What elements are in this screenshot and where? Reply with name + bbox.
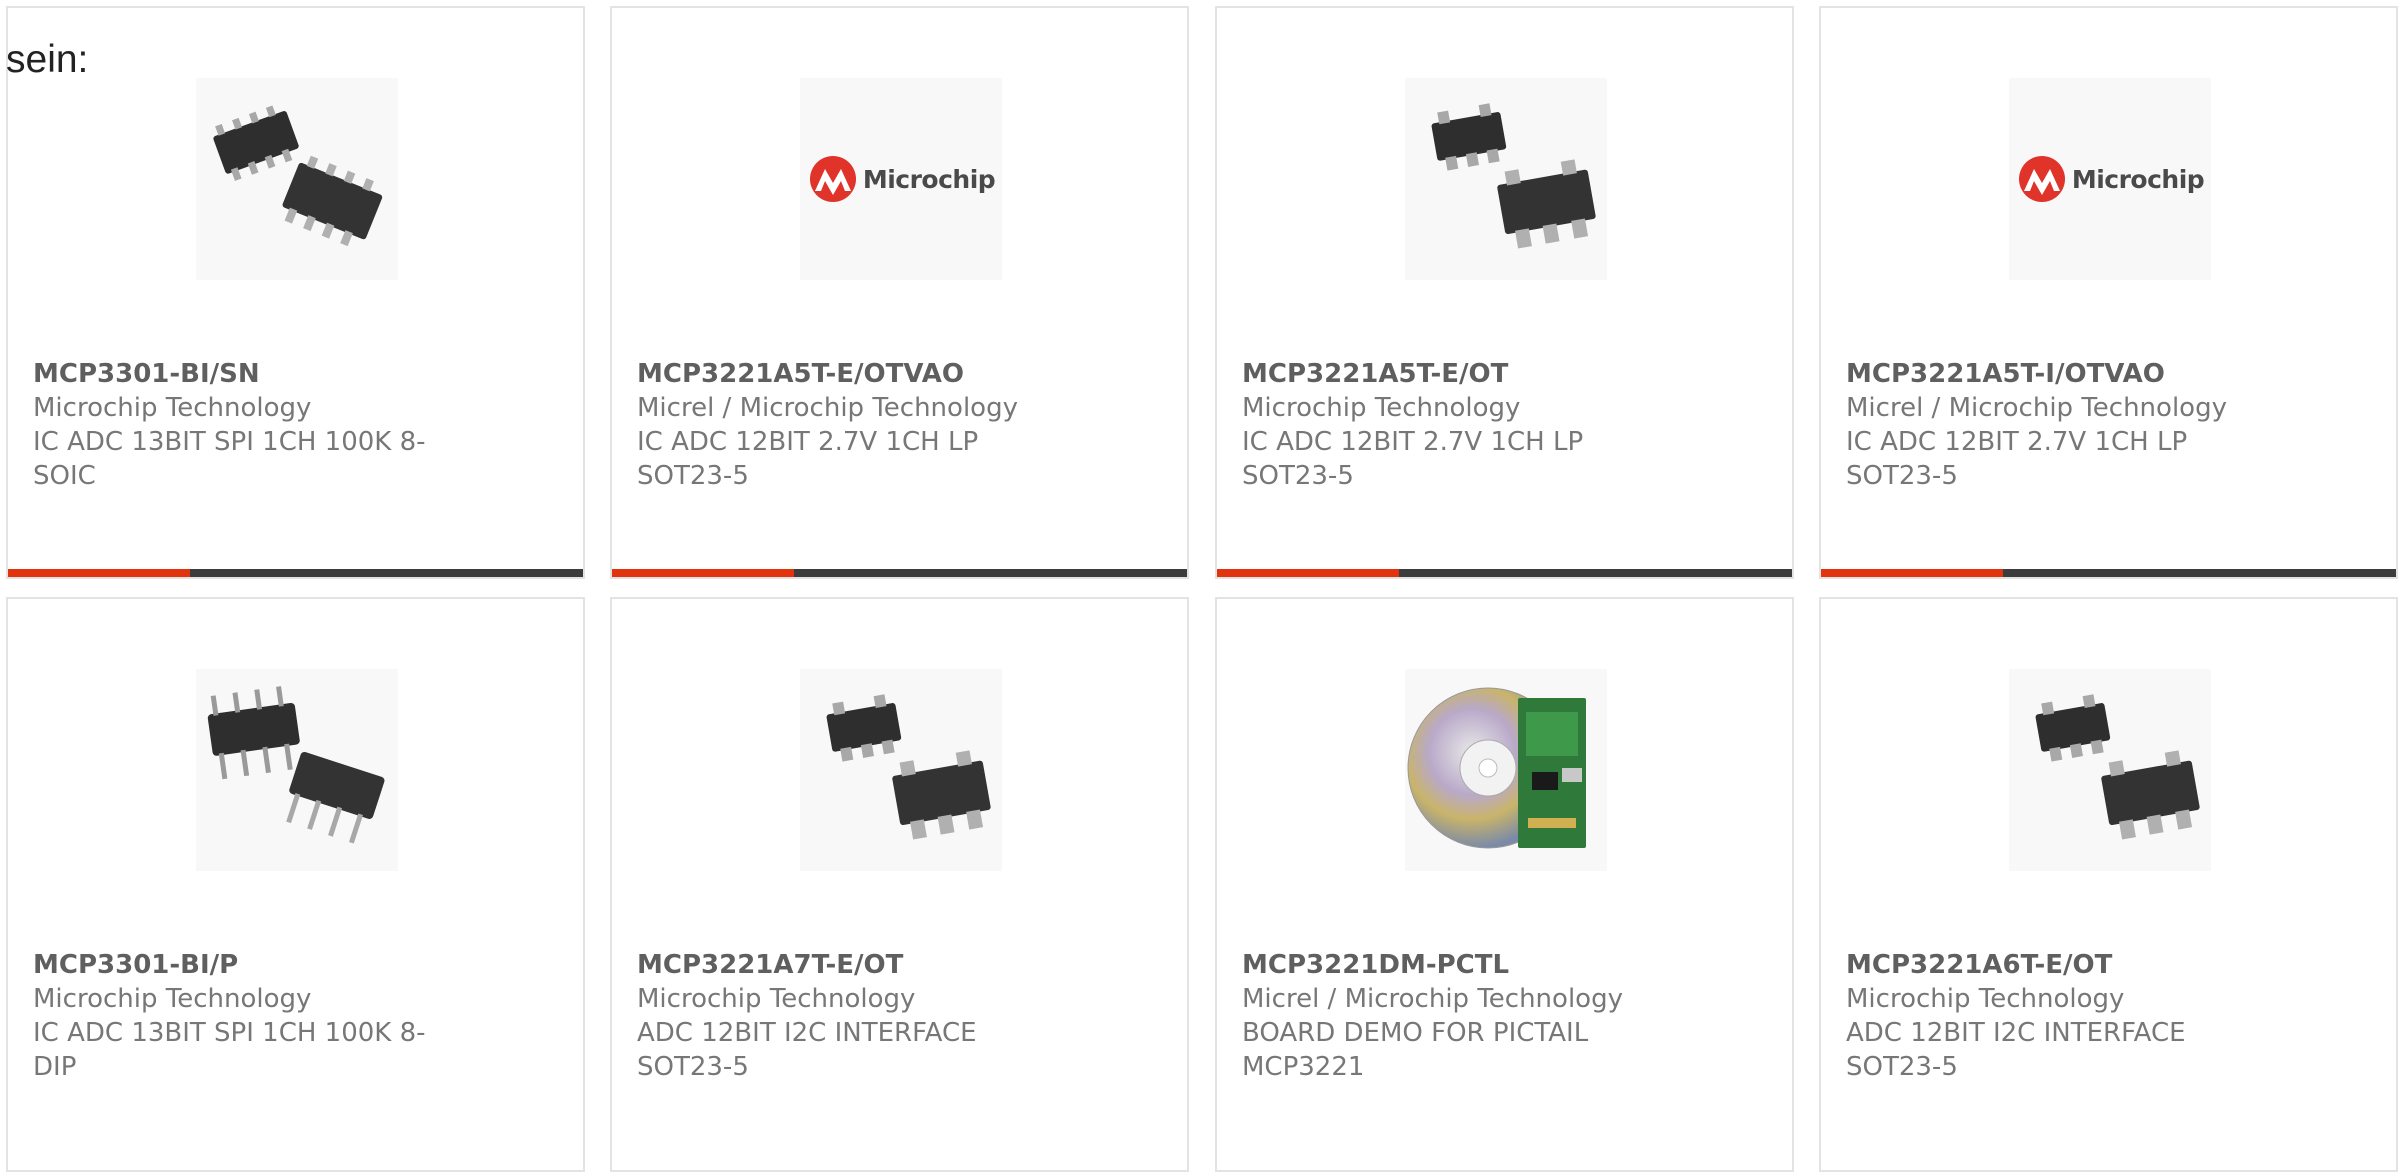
card-accent-bar xyxy=(1821,569,2003,577)
sot23-5-chip-pair-icon xyxy=(1406,77,1606,281)
soic-8-chip-pair-icon xyxy=(197,77,397,281)
product-info: MCP3221A5T-E/OT Microchip Technology IC … xyxy=(1242,357,1662,493)
part-number-link[interactable]: MCP3221A6T-E/OT xyxy=(1846,948,2266,982)
sot23-5-chip-pair-icon xyxy=(801,668,1001,872)
product-card[interactable]: Microchip MCP3221A5T-I/OTVAO Micrel / Mi… xyxy=(1819,6,2398,579)
card-accent-bar xyxy=(612,569,794,577)
product-card[interactable]: MCP3301-BI/P Microchip Technology IC ADC… xyxy=(6,597,585,1172)
product-description: ADC 12BIT I2C INTERFACE SOT23-5 xyxy=(637,1018,977,1082)
product-description: IC ADC 13BIT SPI 1CH 100K 8-DIP xyxy=(33,1018,426,1082)
product-image[interactable]: Microchip xyxy=(2009,78,2211,280)
product-description: ADC 12BIT I2C INTERFACE SOT23-5 xyxy=(1846,1018,2186,1082)
product-description: BOARD DEMO FOR PICTAIL MCP3221 xyxy=(1242,1018,1589,1082)
product-image[interactable] xyxy=(2009,669,2211,871)
product-image[interactable] xyxy=(1405,78,1607,280)
product-description: IC ADC 12BIT 2.7V 1CH LP SOT23-5 xyxy=(1846,427,2188,491)
product-card[interactable]: Microchip MCP3221A5T-E/OTVAO Micrel / Mi… xyxy=(610,6,1189,579)
manufacturer-label: Microchip Technology xyxy=(1846,984,2125,1014)
product-description: IC ADC 13BIT SPI 1CH 100K 8-SOIC xyxy=(33,427,426,491)
product-info: MCP3221DM-PCTL Micrel / Microchip Techno… xyxy=(1242,948,1662,1084)
product-card[interactable]: MCP3221DM-PCTL Micrel / Microchip Techno… xyxy=(1215,597,1794,1172)
card-accent-bar xyxy=(1217,569,1399,577)
product-info: MCP3301-BI/P Microchip Technology IC ADC… xyxy=(33,948,453,1084)
manufacturer-label: Micrel / Microchip Technology xyxy=(1846,393,2227,423)
manufacturer-label: Microchip Technology xyxy=(33,984,312,1014)
product-description: IC ADC 12BIT 2.7V 1CH LP SOT23-5 xyxy=(637,427,979,491)
manufacturer-label: Micrel / Microchip Technology xyxy=(637,393,1018,423)
part-number-link[interactable]: MCP3221A5T-E/OTVAO xyxy=(637,357,1057,391)
product-image[interactable] xyxy=(1405,669,1607,871)
card-bottom-bar xyxy=(8,569,583,577)
logo-text: Microchip xyxy=(862,164,996,194)
part-number-link[interactable]: MCP3221DM-PCTL xyxy=(1242,948,1662,982)
sot23-5-chip-pair-icon xyxy=(2010,668,2210,872)
product-image[interactable]: Microchip xyxy=(800,78,1002,280)
product-card[interactable]: MCP3221A7T-E/OT Microchip Technology ADC… xyxy=(610,597,1189,1172)
product-image[interactable] xyxy=(196,78,398,280)
part-number-link[interactable]: MCP3221A7T-E/OT xyxy=(637,948,1057,982)
product-card[interactable]: MCP3301-BI/SN Microchip Technology IC AD… xyxy=(6,6,585,579)
product-info: MCP3221A5T-E/OTVAO Micrel / Microchip Te… xyxy=(637,357,1057,493)
product-image[interactable] xyxy=(800,669,1002,871)
dip-8-chip-pair-icon xyxy=(197,668,397,872)
product-info: MCP3301-BI/SN Microchip Technology IC AD… xyxy=(33,357,453,493)
product-info: MCP3221A7T-E/OT Microchip Technology ADC… xyxy=(637,948,1057,1084)
microchip-logo-icon: Microchip xyxy=(2016,155,2205,203)
part-number-link[interactable]: MCP3301-BI/P xyxy=(33,948,453,982)
part-number-link[interactable]: MCP3301-BI/SN xyxy=(33,357,453,391)
card-bottom-bar xyxy=(612,569,1187,577)
intro-text: sein: xyxy=(6,38,89,81)
card-bottom-bar xyxy=(1821,569,2396,577)
product-image[interactable] xyxy=(196,669,398,871)
part-number-link[interactable]: MCP3221A5T-I/OTVAO xyxy=(1846,357,2266,391)
card-accent-bar xyxy=(8,569,190,577)
part-number-link[interactable]: MCP3221A5T-E/OT xyxy=(1242,357,1662,391)
product-description: IC ADC 12BIT 2.7V 1CH LP SOT23-5 xyxy=(1242,427,1584,491)
manufacturer-label: Microchip Technology xyxy=(637,984,916,1014)
demo-board-and-cd-icon xyxy=(1406,668,1606,872)
card-bottom-bar xyxy=(1217,569,1792,577)
product-card[interactable]: MCP3221A6T-E/OT Microchip Technology ADC… xyxy=(1819,597,2398,1172)
microchip-logo-icon: Microchip xyxy=(807,155,996,203)
logo-text: Microchip xyxy=(2071,164,2205,194)
product-info: MCP3221A5T-I/OTVAO Micrel / Microchip Te… xyxy=(1846,357,2266,493)
manufacturer-label: Micrel / Microchip Technology xyxy=(1242,984,1623,1014)
product-info: MCP3221A6T-E/OT Microchip Technology ADC… xyxy=(1846,948,2266,1084)
product-card[interactable]: MCP3221A5T-E/OT Microchip Technology IC … xyxy=(1215,6,1794,579)
manufacturer-label: Microchip Technology xyxy=(1242,393,1521,423)
manufacturer-label: Microchip Technology xyxy=(33,393,312,423)
